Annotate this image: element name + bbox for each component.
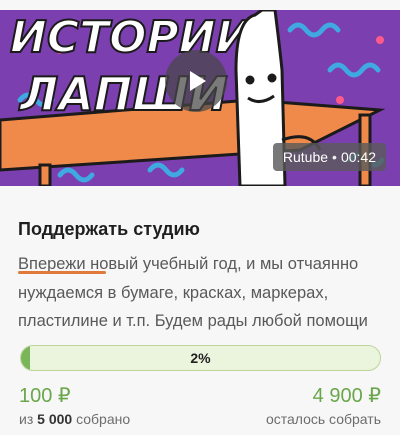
goal-suffix: собрано [76, 411, 131, 427]
goal-note: из 5 000 собрано [19, 411, 130, 427]
video-info-badge: Rutube • 00:42 [272, 143, 386, 171]
donation-card: ИСТОРИИ ЛАПШИ Rutube • 00:42 Поддержать … [0, 0, 400, 435]
collected-amount: 100 ₽ [19, 385, 71, 407]
goal-prefix: из [19, 411, 34, 427]
remaining-amount: 4 900 ₽ [312, 385, 381, 407]
video-preview[interactable]: ИСТОРИИ ЛАПШИ Rutube • 00:42 [0, 10, 400, 186]
description-line-3: пластилине и т.п. Будем рады любой помощ… [18, 312, 368, 330]
spelling-underline [18, 271, 106, 274]
video-source: Rutube [282, 149, 329, 165]
remaining-label: осталось собрать [265, 411, 381, 427]
donation-progress-bar: 2% [20, 345, 381, 371]
play-icon [190, 71, 206, 91]
donation-description: Впережи новый учебный год, и мы отчаянно… [18, 250, 386, 336]
badge-separator: • [332, 149, 337, 165]
goal-value: 5 000 [37, 411, 73, 427]
play-button[interactable] [165, 50, 227, 112]
section-title: Поддержать студию [18, 219, 200, 239]
description-line: Впережи новый учебный год, и мы отчаянно [18, 250, 386, 279]
poster-title-top: ИСТОРИИ [10, 12, 252, 63]
progress-percent: 2% [190, 350, 211, 366]
video-duration: 00:42 [340, 149, 376, 165]
description-line-2: нуждаемся в бумаге, красках, маркерах, [18, 283, 329, 302]
